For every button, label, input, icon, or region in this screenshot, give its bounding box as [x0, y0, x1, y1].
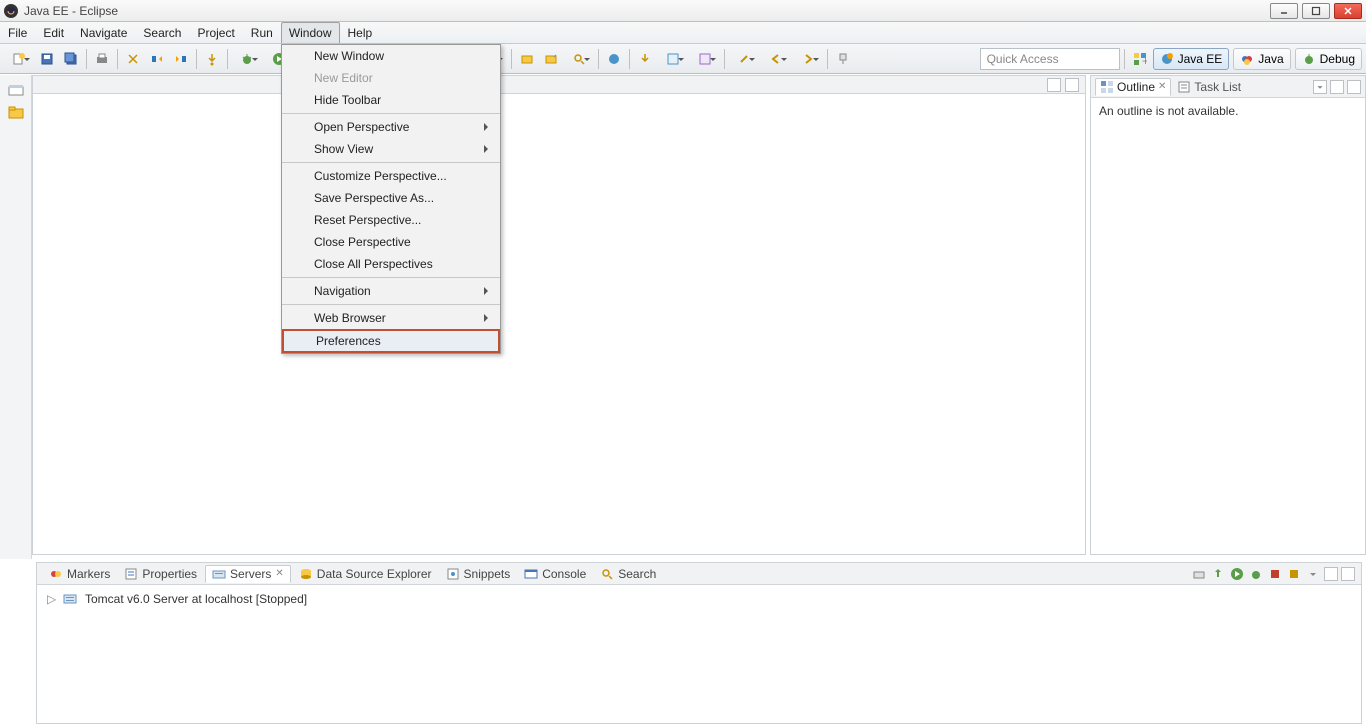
- menu-run[interactable]: Run: [243, 22, 281, 43]
- web-browser-button[interactable]: [603, 48, 625, 70]
- menuitem-new-window[interactable]: New Window: [282, 45, 500, 67]
- svg-text:+: +: [1142, 54, 1147, 66]
- menu-project[interactable]: Project: [189, 22, 242, 43]
- tab-console[interactable]: Console: [518, 566, 592, 582]
- menuitem-navigation[interactable]: Navigation: [282, 280, 500, 302]
- perspective-java-ee[interactable]: Java EE: [1153, 48, 1230, 70]
- server-icon: [63, 591, 79, 607]
- profile-server-icon[interactable]: [1286, 566, 1302, 582]
- server-label: Tomcat v6.0 Server at localhost [Stopped…: [85, 592, 307, 606]
- annotation-next-button[interactable]: [658, 48, 688, 70]
- menuitem-reset-perspective[interactable]: Reset Perspective...: [282, 209, 500, 231]
- menuitem-show-view[interactable]: Show View: [282, 138, 500, 160]
- tab-task-list[interactable]: Task List: [1173, 79, 1245, 95]
- tab-properties[interactable]: Properties: [118, 566, 203, 582]
- tab-markers[interactable]: Markers: [43, 566, 116, 582]
- open-perspective-button[interactable]: +: [1129, 48, 1151, 70]
- back-history-button[interactable]: [761, 48, 791, 70]
- minimize-button[interactable]: [1270, 3, 1298, 19]
- menuitem-hide-toolbar[interactable]: Hide Toolbar: [282, 89, 500, 111]
- editor-minimize-icon[interactable]: [1047, 78, 1061, 92]
- title-bar: Java EE - Eclipse: [0, 0, 1366, 22]
- menu-edit[interactable]: Edit: [35, 22, 72, 43]
- bookmark-button[interactable]: [690, 48, 720, 70]
- menu-navigate[interactable]: Navigate: [72, 22, 135, 43]
- no-publish-icon[interactable]: [1191, 566, 1207, 582]
- nav-fwd-button[interactable]: [170, 48, 192, 70]
- tree-expand-icon[interactable]: ▷: [47, 592, 57, 606]
- search-button[interactable]: [564, 48, 594, 70]
- save-all-button[interactable]: [60, 48, 82, 70]
- start-server-icon[interactable]: [1229, 566, 1245, 582]
- project-explorer-icon[interactable]: [7, 103, 25, 121]
- menu-window[interactable]: Window: [281, 22, 340, 43]
- editor-maximize-icon[interactable]: [1065, 78, 1079, 92]
- debug-button[interactable]: [232, 48, 262, 70]
- tab-search[interactable]: Search: [594, 566, 662, 582]
- print-button[interactable]: [91, 48, 113, 70]
- work-area: Outline ✕Task List An outline is not ava…: [0, 75, 1366, 559]
- main-toolbar: JPA S Quick Access + Java EEJavaDebug: [0, 44, 1366, 74]
- maximize-button[interactable]: [1302, 3, 1330, 19]
- outline-panel: Outline ✕Task List An outline is not ava…: [1090, 75, 1366, 555]
- menuitem-preferences[interactable]: Preferences: [282, 329, 500, 353]
- view-menu-bp-icon[interactable]: [1305, 566, 1321, 582]
- menuitem-customize-perspective[interactable]: Customize Perspective...: [282, 165, 500, 187]
- maximize-view-icon[interactable]: [1347, 80, 1361, 94]
- publish-icon[interactable]: [1210, 566, 1226, 582]
- save-button[interactable]: [36, 48, 58, 70]
- menu-search[interactable]: Search: [135, 22, 189, 43]
- window-title: Java EE - Eclipse: [24, 4, 118, 18]
- step-into-button[interactable]: [201, 48, 223, 70]
- tab-data-source-explorer[interactable]: Data Source Explorer: [293, 566, 438, 582]
- left-trim-stack: [0, 75, 32, 559]
- annotation-prev-button[interactable]: [634, 48, 656, 70]
- eclipse-icon: [4, 4, 18, 18]
- open-task-button[interactable]: [540, 48, 562, 70]
- bottom-panel: MarkersPropertiesServers ✕Data Source Ex…: [36, 562, 1362, 724]
- window-menu-dropdown: New WindowNew EditorHide Toolbar Open Per…: [281, 44, 501, 354]
- open-type-button[interactable]: [516, 48, 538, 70]
- maximize-bp-icon[interactable]: [1341, 567, 1355, 581]
- close-button[interactable]: [1334, 3, 1362, 19]
- outline-empty-text: An outline is not available.: [1099, 104, 1238, 118]
- perspective-debug[interactable]: Debug: [1295, 48, 1362, 70]
- last-edit-button[interactable]: [729, 48, 759, 70]
- menuitem-open-perspective[interactable]: Open Perspective: [282, 116, 500, 138]
- stop-server-icon[interactable]: [1267, 566, 1283, 582]
- debug-server-icon[interactable]: [1248, 566, 1264, 582]
- view-menu-icon[interactable]: [1313, 80, 1327, 94]
- server-tree-row[interactable]: ▷ Tomcat v6.0 Server at localhost [Stopp…: [47, 591, 1351, 607]
- editor-area: [32, 75, 1086, 555]
- fwd-history-button[interactable]: [793, 48, 823, 70]
- link-editor-button[interactable]: [122, 48, 144, 70]
- menu-bar: FileEditNavigateSearchProjectRunWindowHe…: [0, 22, 1366, 44]
- menu-help[interactable]: Help: [340, 22, 381, 43]
- nav-back-button[interactable]: [146, 48, 168, 70]
- new-button[interactable]: [4, 48, 34, 70]
- tab-outline[interactable]: Outline ✕: [1095, 78, 1171, 96]
- tab-snippets[interactable]: Snippets: [440, 566, 517, 582]
- minimize-bp-icon[interactable]: [1324, 567, 1338, 581]
- menuitem-close-all-perspectives[interactable]: Close All Perspectives: [282, 253, 500, 275]
- quick-access-input[interactable]: Quick Access: [980, 48, 1120, 70]
- pin-editor-button[interactable]: [832, 48, 854, 70]
- menuitem-close-perspective[interactable]: Close Perspective: [282, 231, 500, 253]
- tab-servers[interactable]: Servers ✕: [205, 565, 291, 583]
- menu-file[interactable]: File: [2, 22, 35, 43]
- menuitem-web-browser[interactable]: Web Browser: [282, 307, 500, 329]
- perspective-java[interactable]: Java: [1233, 48, 1290, 70]
- restore-view-icon[interactable]: [7, 81, 25, 99]
- menuitem-save-perspective-as[interactable]: Save Perspective As...: [282, 187, 500, 209]
- menuitem-new-editor: New Editor: [282, 67, 500, 89]
- quick-access-placeholder: Quick Access: [987, 52, 1059, 66]
- minimize-view-icon[interactable]: [1330, 80, 1344, 94]
